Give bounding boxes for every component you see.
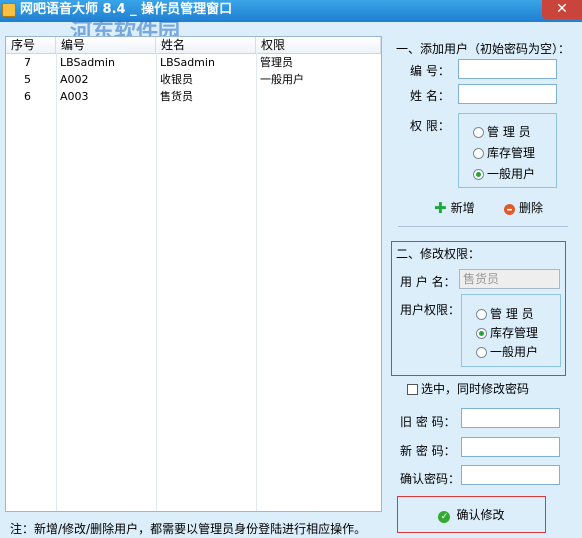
radio-label: 一般用户 [487, 167, 536, 181]
checkbox-label: 选中，同时修改密码 [421, 382, 530, 396]
cell-name: 售货员 [160, 90, 193, 103]
code-input[interactable] [458, 59, 557, 79]
column-header-name[interactable]: 姓名 [156, 37, 256, 53]
username-field: 售货员 [459, 269, 560, 289]
radio-admin[interactable]: 管 理 员 [473, 124, 531, 140]
add-label: 新增 [450, 201, 475, 215]
radio-label: 一般用户 [490, 345, 539, 359]
confirm-modify-label: 确认修改 [456, 508, 505, 522]
radio-general-user[interactable]: 一般用户 [476, 344, 538, 360]
radio-label: 库存管理 [487, 146, 536, 160]
confirm-modify-button[interactable]: ✓ 确认修改 [397, 496, 546, 533]
new-password-label: 新 密 码： [400, 444, 456, 458]
table-row[interactable]: 6 A003 售货员 [6, 88, 381, 105]
code-label: 编 号： [410, 64, 450, 78]
window-title: 网吧语音大师 8.4 _ 操作员管理窗口 [20, 2, 233, 17]
cell-name: 收银员 [160, 73, 193, 86]
divider [398, 226, 568, 227]
radio-admin[interactable]: 管 理 员 [476, 306, 534, 322]
checkbox-icon [407, 384, 418, 395]
old-password-input[interactable] [461, 408, 560, 428]
radio-button-icon [476, 347, 487, 358]
add-role-group: 管 理 员 库存管理 一般用户 [458, 113, 557, 188]
radio-label: 库存管理 [490, 326, 539, 340]
delete-button[interactable]: – 删除 [504, 200, 543, 216]
radio-button-selected-icon [473, 169, 484, 180]
confirm-password-input[interactable] [461, 465, 560, 485]
cell-role [256, 88, 260, 105]
radio-button-icon [473, 127, 484, 138]
cell-code: A002 [60, 73, 89, 86]
cell-index: 7 [24, 56, 31, 69]
username-label: 用 户 名： [400, 275, 456, 289]
confirm-password-label: 确认密码： [400, 472, 461, 486]
column-header-role[interactable]: 权限 [256, 37, 381, 53]
cell-code: LBSadmin [60, 56, 115, 69]
cell-code: A003 [60, 90, 89, 103]
plus-icon: ✚ [434, 199, 447, 217]
list-header: 序号 编号 姓名 权限 [6, 37, 381, 54]
old-password-label: 旧 密 码： [400, 415, 456, 429]
modify-role-group: 管 理 员 库存管理 一般用户 [461, 294, 561, 367]
column-header-code[interactable]: 编号 [56, 37, 156, 53]
change-password-checkbox[interactable]: 选中，同时修改密码 [407, 381, 529, 397]
add-user-section-title: 一、添加用户（初始密码为空）： [396, 42, 571, 56]
check-icon: ✓ [438, 511, 451, 523]
table-row[interactable]: 5 A002 收银员 一般用户 [6, 71, 381, 88]
add-button[interactable]: ✚ 新增 [434, 200, 475, 216]
title-bar: 网吧语音大师 8.4 _ 操作员管理窗口 ✕ [0, 0, 582, 22]
modify-role-section-title: 二、修改权限： [396, 247, 481, 261]
radio-label: 管 理 员 [487, 125, 531, 139]
radio-inventory[interactable]: 库存管理 [476, 325, 538, 341]
name-label: 姓 名： [410, 89, 450, 103]
cell-index: 6 [24, 90, 31, 103]
table-row[interactable]: 7 LBSadmin LBSadmin 管理员 [6, 54, 381, 71]
close-button[interactable]: ✕ [542, 0, 582, 19]
radio-button-icon [476, 309, 487, 320]
radio-button-selected-icon [476, 328, 487, 339]
radio-button-icon [473, 148, 484, 159]
cell-index: 5 [24, 73, 31, 86]
cell-role: 管理员 [260, 56, 293, 69]
radio-general-user[interactable]: 一般用户 [473, 166, 535, 182]
operator-list[interactable]: 序号 编号 姓名 权限 7 LBSadmin LBSadmin 管理员 5 A0… [5, 36, 382, 512]
radio-label: 管 理 员 [490, 307, 534, 321]
app-icon [2, 3, 16, 17]
radio-inventory[interactable]: 库存管理 [473, 145, 535, 161]
role-label: 权 限： [410, 119, 450, 133]
column-header-index[interactable]: 序号 [6, 37, 56, 53]
footer-note: 注：新增/修改/删除用户，都需要以管理员身份登陆进行相应操作。 [10, 522, 367, 536]
cell-role: 一般用户 [260, 73, 304, 86]
cell-name: LBSadmin [160, 56, 215, 69]
user-role-label: 用户权限： [400, 303, 461, 317]
minus-icon: – [504, 203, 515, 215]
new-password-input[interactable] [461, 437, 560, 457]
name-input[interactable] [458, 84, 557, 104]
delete-label: 删除 [519, 201, 544, 215]
